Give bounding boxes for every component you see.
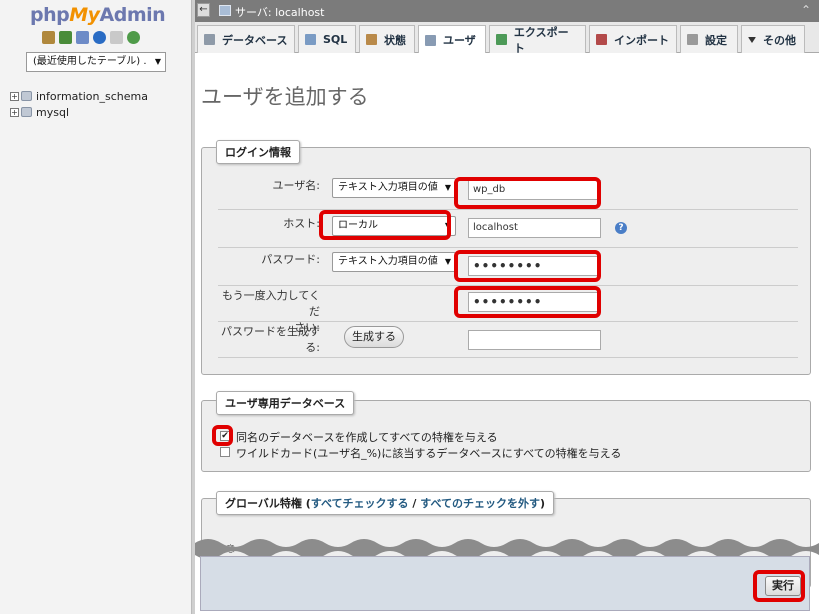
chevron-down-icon: ▼ [444, 257, 451, 266]
form-footer [200, 556, 810, 611]
tab-sql[interactable]: SQL [298, 25, 356, 53]
highlight-retype [454, 286, 601, 318]
retype-label-line1: もう一度入力してくだ [221, 289, 320, 318]
highlight-go-button [753, 570, 805, 602]
tab-label: エクスポート [513, 25, 569, 55]
help-icon[interactable]: ? [615, 222, 627, 234]
generate-row: パスワードを生成する: 生成する [218, 322, 798, 358]
tab-label: ユーザ [443, 34, 476, 47]
password-type-select[interactable]: テキスト入力項目の値 ▼ [332, 252, 456, 272]
wildcard-db-checkbox[interactable] [220, 447, 230, 457]
select-value: テキスト入力項目の値 [338, 182, 438, 193]
logout-icon[interactable] [76, 31, 89, 44]
generate-label-line1: パスワードを生成す [221, 325, 320, 338]
login-info-legend: ログイン情報 [216, 140, 300, 164]
tree-item-label[interactable]: information_schema [36, 90, 148, 103]
host-row: ホスト: ローカル ▼ localhost ? [218, 210, 798, 248]
server-breadcrumb-bar: ← サーバ: localhost ⌃ [195, 0, 819, 22]
page-title: ユーザを追加する [201, 85, 369, 109]
logo-admin: Admin [99, 4, 166, 26]
chevron-down-icon: ▼ [154, 57, 161, 66]
generate-password-button[interactable]: 生成する [344, 326, 404, 348]
uncheck-all-link[interactable]: すべてのチェックを外す [420, 497, 540, 510]
collapse-icon[interactable]: ⌃ [801, 3, 811, 17]
username-type-select[interactable]: テキスト入力項目の値 ▼ [332, 178, 456, 198]
host-label: ホスト: [283, 217, 320, 230]
tree-item-label[interactable]: mysql [36, 106, 69, 119]
chevron-down-icon [748, 36, 756, 43]
server-icon [219, 5, 231, 16]
phpmyadmin-logo[interactable]: phpMyAdmin [30, 4, 166, 26]
sql-icon [305, 34, 316, 45]
reload-icon[interactable] [127, 31, 140, 44]
tab-import[interactable]: インポート [589, 25, 677, 53]
logo-my: My [69, 4, 100, 26]
import-icon [596, 34, 607, 45]
tab-label: 設定 [705, 33, 727, 47]
phpmyadmin-window: phpMyAdmin (最近使用したテーブル) . ▼ + information… [0, 0, 819, 614]
highlight-checkbox [212, 425, 233, 446]
tab-users[interactable]: ユーザ [418, 25, 486, 54]
sql-query-icon[interactable] [59, 31, 72, 44]
tab-more[interactable]: その他 [741, 25, 805, 53]
password-label: パスワード: [261, 253, 320, 266]
tab-export[interactable]: エクスポート [489, 25, 586, 55]
expand-icon[interactable]: + [10, 107, 19, 117]
database-icon [204, 34, 215, 45]
docs-icon[interactable] [110, 31, 123, 44]
username-label: ユーザ名: [272, 179, 321, 192]
tab-settings[interactable]: 設定 [680, 25, 738, 53]
user-database-legend: ユーザ専用データベース [216, 391, 355, 415]
navigation-panel: phpMyAdmin (最近使用したテーブル) . ▼ + information… [0, 0, 191, 614]
server-breadcrumb[interactable]: サーバ: localhost [235, 4, 324, 20]
status-icon [366, 34, 377, 45]
recent-tables-value: (最近使用したテーブル) . [33, 56, 147, 67]
tree-item-mysql[interactable]: + mysql [10, 104, 148, 120]
global-privileges-legend: グローバル特権 (すべてチェックする / すべてのチェックを外す) [216, 491, 555, 515]
database-icon [21, 107, 32, 117]
global-privileges-title: グローバル特権 [225, 497, 302, 510]
main-tabs: データベース SQL 状態 ユーザ エクスポート インポート 設定 その他 [195, 22, 819, 55]
main-content: ユーザを追加する ログイン情報 ユーザ名: テキスト入力項目の値 ▼ wp_db … [195, 53, 819, 614]
expand-icon[interactable]: + [10, 91, 19, 101]
tab-label: データベース [222, 33, 288, 47]
home-icon[interactable] [42, 31, 55, 44]
user-database-fieldset: ユーザ専用データベース ✔ 同名のデータベースを作成してすべての特権を与える ワ… [201, 391, 811, 472]
generated-password-input[interactable] [468, 330, 601, 350]
tab-databases[interactable]: データベース [197, 25, 295, 53]
users-icon [425, 34, 436, 46]
recent-tables-select[interactable]: (最近使用したテーブル) . ▼ [26, 52, 166, 72]
export-icon [496, 34, 507, 45]
tree-item-information-schema[interactable]: + information_schema [10, 88, 148, 104]
select-value: テキスト入力項目の値 [338, 256, 438, 267]
nav-icons [42, 31, 140, 44]
wildcard-db-label[interactable]: ワイルドカード(ユーザ名_%)に該当するデータベースにすべての特権を与える [236, 445, 621, 461]
tab-label: 状態 [384, 33, 406, 47]
create-same-name-db-label[interactable]: 同名のデータベースを作成してすべての特権を与える [236, 429, 498, 445]
tab-label: その他 [763, 33, 796, 47]
host-input[interactable]: localhost [468, 218, 601, 238]
tab-label: SQL [323, 33, 348, 46]
highlight-host [319, 210, 451, 240]
help-icon[interactable] [93, 31, 106, 44]
chevron-down-icon: ▼ [444, 183, 451, 192]
generate-label: パスワードを生成する: [221, 324, 320, 356]
highlight-username [454, 177, 601, 209]
logo-php: php [30, 4, 70, 26]
tab-label: インポート [614, 33, 669, 47]
database-tree: + information_schema + mysql [10, 88, 148, 120]
database-icon [21, 91, 32, 101]
tab-status[interactable]: 状態 [359, 25, 415, 53]
back-arrow-icon[interactable]: ← [197, 3, 210, 17]
generate-label-line2: る: [305, 341, 320, 354]
highlight-password [454, 250, 601, 282]
check-all-link[interactable]: すべてチェックする [311, 497, 409, 510]
wrench-icon [687, 34, 698, 45]
